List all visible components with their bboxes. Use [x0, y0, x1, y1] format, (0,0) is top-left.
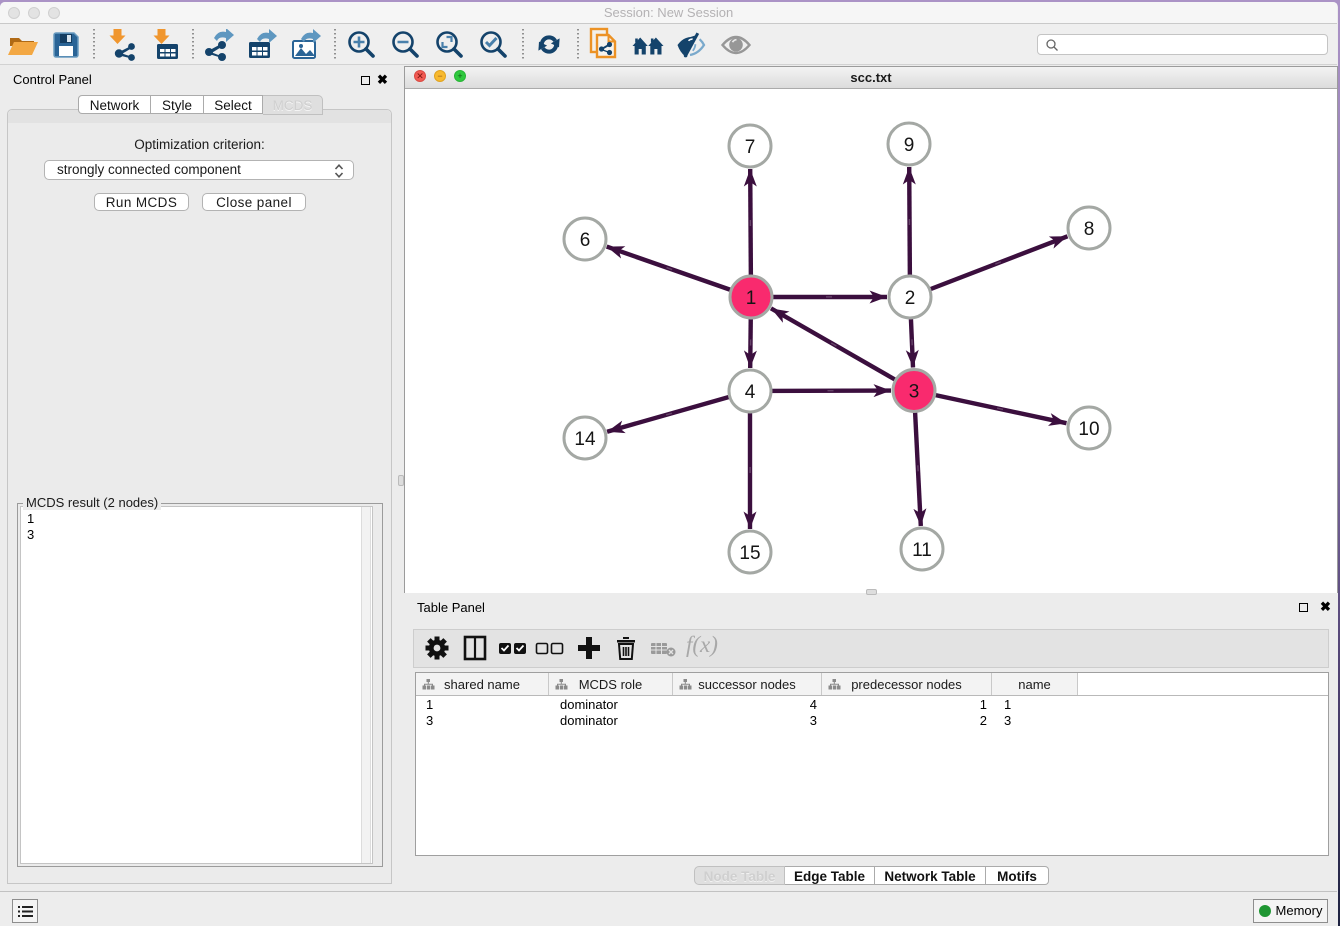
svg-text:10: 10: [1078, 419, 1099, 440]
svg-text:4: 4: [745, 382, 756, 403]
svg-text:14: 14: [574, 429, 596, 450]
svg-text:9: 9: [904, 135, 915, 156]
svg-text:15: 15: [739, 543, 760, 564]
svg-text:6: 6: [580, 230, 591, 251]
svg-text:1: 1: [746, 288, 757, 309]
svg-text:3: 3: [909, 382, 920, 403]
svg-text:2: 2: [905, 288, 916, 309]
svg-text:8: 8: [1084, 219, 1095, 240]
svg-text:11: 11: [912, 540, 932, 561]
svg-text:7: 7: [745, 137, 756, 158]
